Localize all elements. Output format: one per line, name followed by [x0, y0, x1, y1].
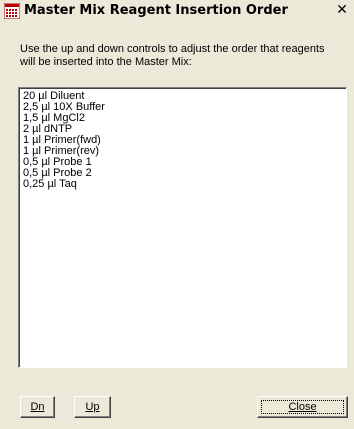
move-down-label: Dn: [30, 401, 45, 413]
grid-app-icon: [4, 3, 20, 19]
reagent-listbox[interactable]: 20 µl Diluent 2,5 µl 10X Buffer 1,5 µl M…: [18, 87, 347, 368]
move-up-label: Up: [85, 401, 100, 413]
instructions-text: Use the up and down controls to adjust t…: [20, 43, 325, 68]
window-title: Master Mix Reagent Insertion Order: [24, 3, 288, 18]
close-button[interactable]: Close: [257, 396, 348, 418]
title-bar[interactable]: Master Mix Reagent Insertion Order ✕: [0, 0, 354, 22]
move-up-button[interactable]: Up: [74, 396, 111, 418]
close-label: Close: [288, 401, 317, 413]
reagent-order-dialog: Master Mix Reagent Insertion Order ✕ Use…: [0, 0, 354, 429]
close-icon[interactable]: ✕: [334, 1, 350, 19]
focus-rectangle: Close: [261, 400, 344, 414]
list-item[interactable]: 0,25 µl Taq: [23, 179, 346, 190]
move-down-button[interactable]: Dn: [20, 396, 55, 418]
